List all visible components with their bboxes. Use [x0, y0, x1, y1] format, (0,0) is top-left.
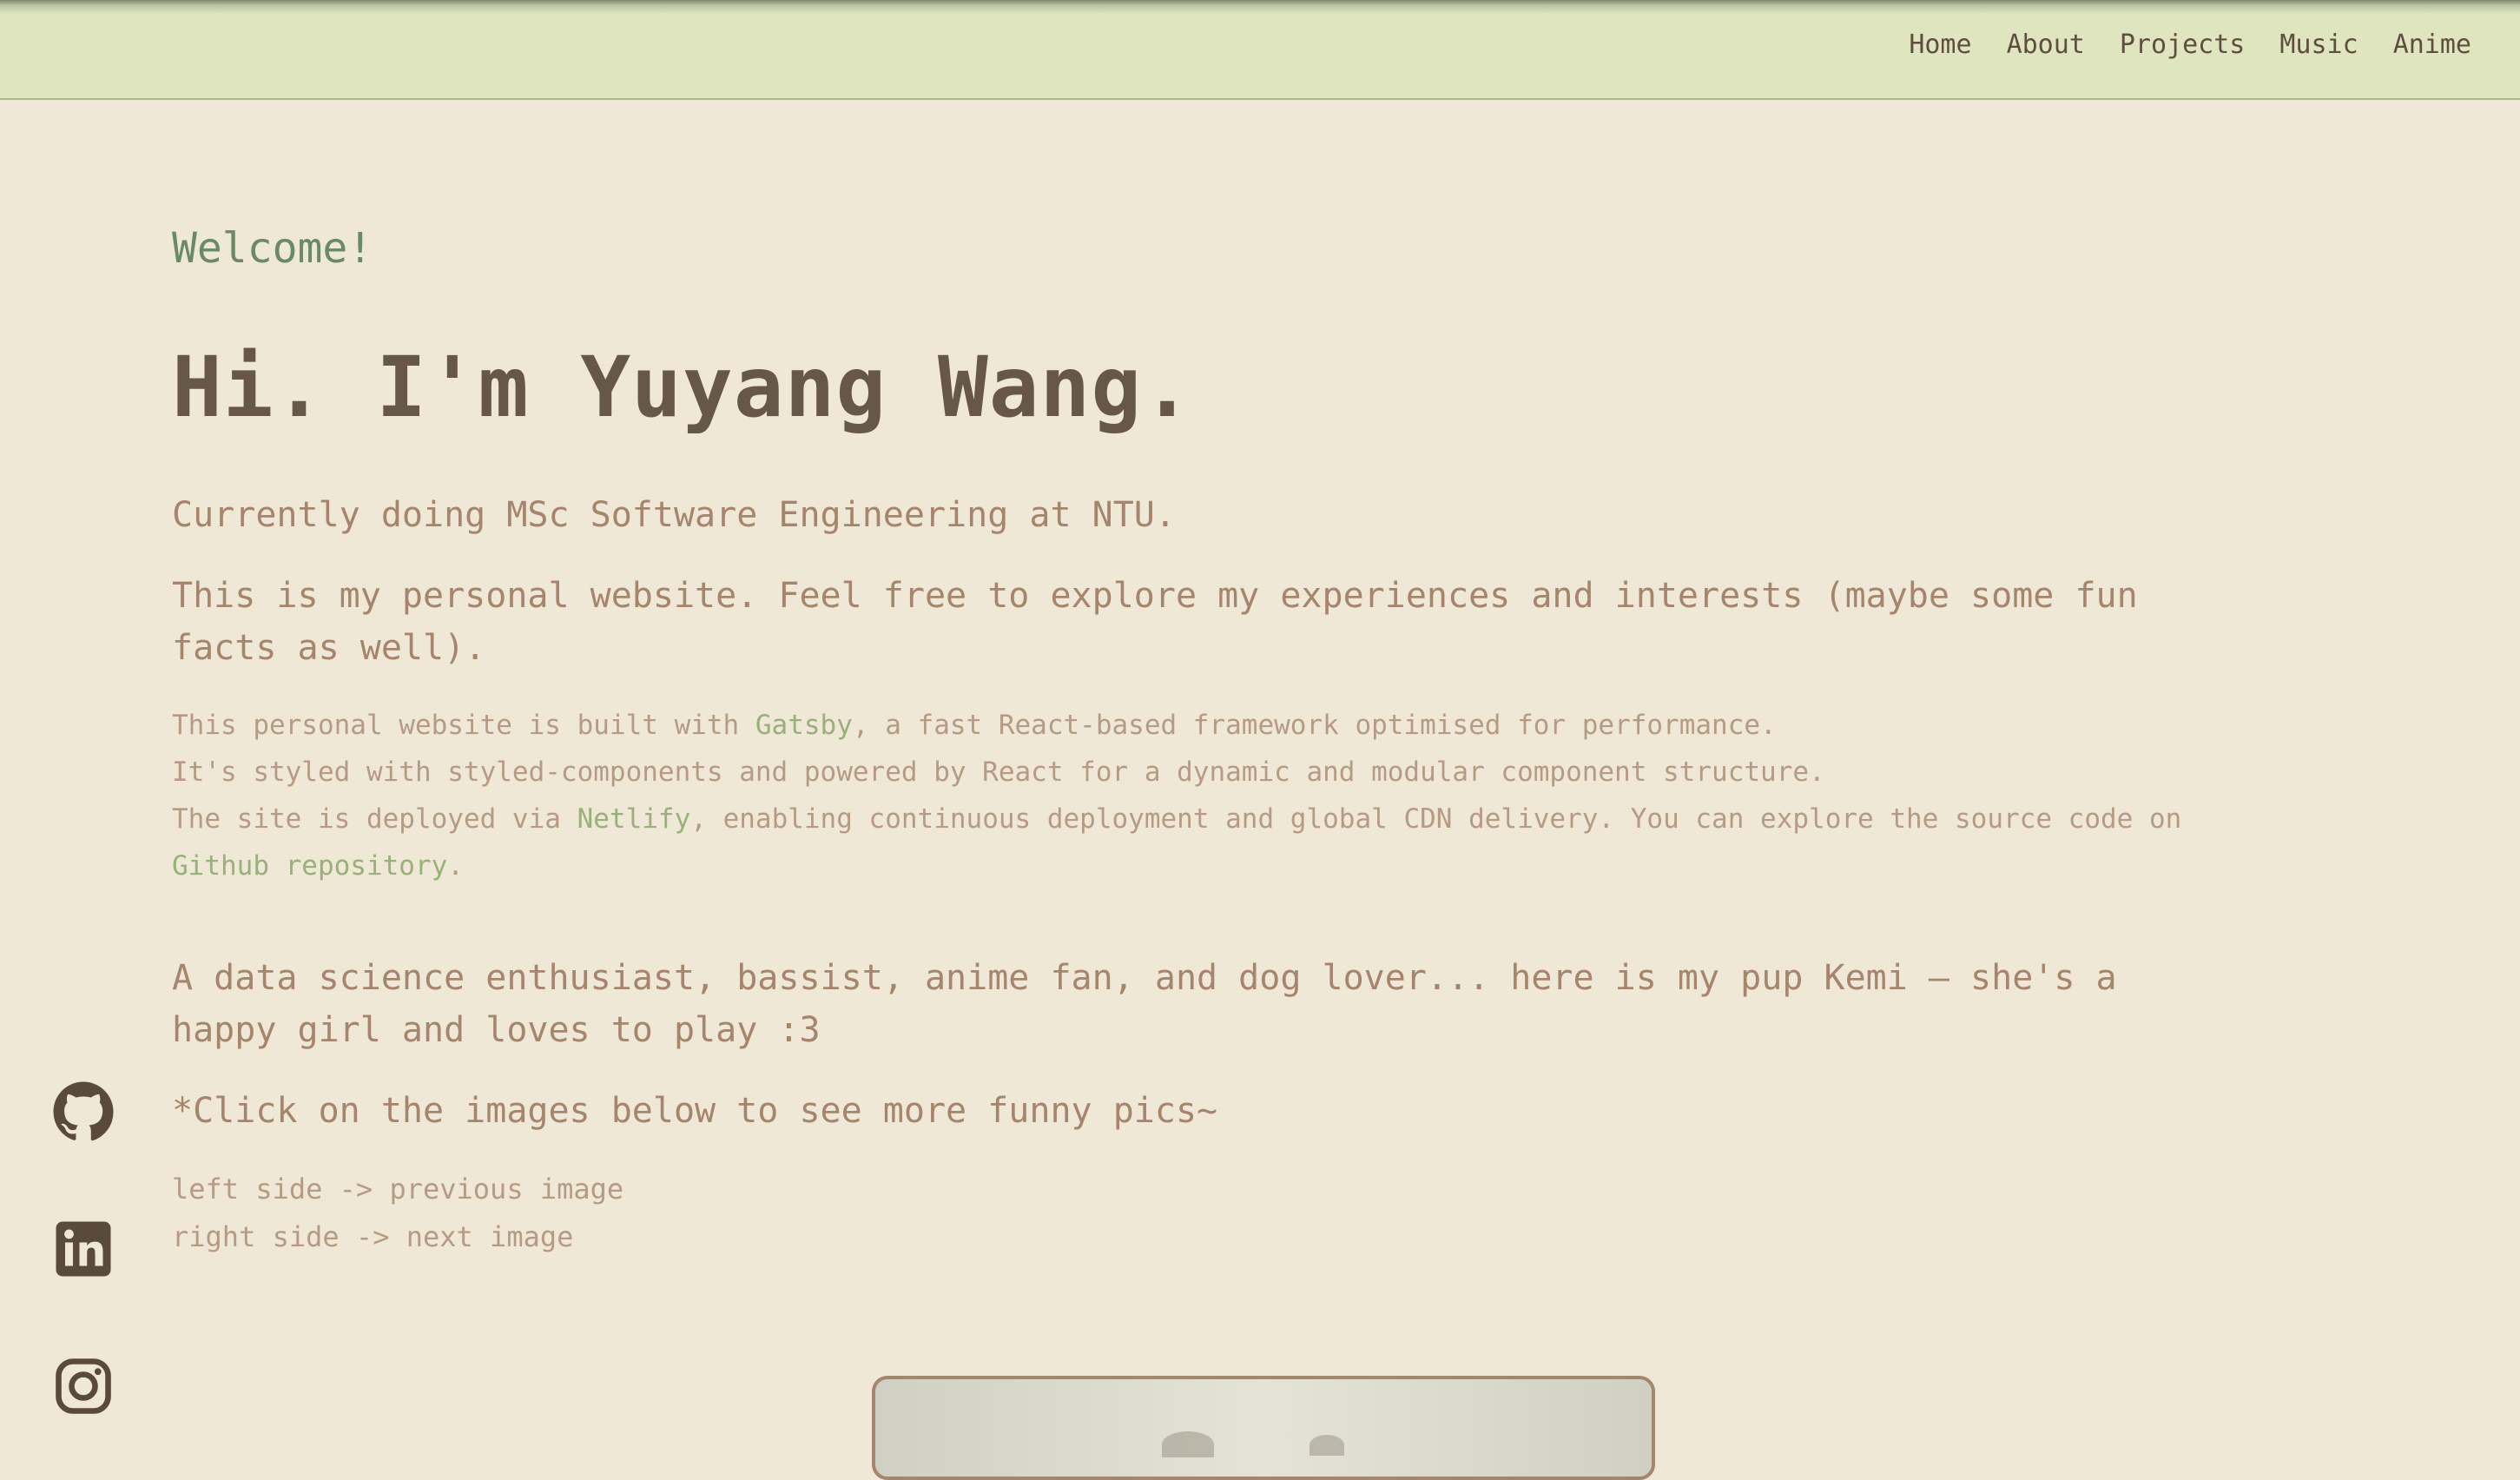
- linkedin-icon[interactable]: [52, 1218, 115, 1280]
- click-hint-text: *Click on the images below to see more f…: [172, 1091, 1218, 1131]
- pup-photo-detail: [1162, 1431, 1214, 1457]
- tech-line3-pre: The site is deployed via: [172, 803, 577, 835]
- subtitle-text: Currently doing MSc Software Engineering…: [172, 495, 1176, 535]
- right-hint: right side -> next image: [172, 1220, 574, 1253]
- nav-about[interactable]: About: [2007, 30, 2085, 60]
- left-hint: left side -> previous image: [172, 1173, 624, 1206]
- navigation-hint: left side -> previous image right side -…: [172, 1166, 623, 1261]
- intro-text: This is my personal website. Feel free t…: [172, 576, 2138, 668]
- github-icon-svg: [53, 1081, 114, 1141]
- nav-links: Home About Projects Music Anime: [1909, 30, 2471, 60]
- tech-line2: It's styled with styled-components and p…: [172, 757, 1825, 788]
- nav-projects[interactable]: Projects: [2120, 30, 2246, 60]
- tech-line3-mid: , enabling continuous deployment and glo…: [690, 803, 2182, 835]
- instagram-icon-svg: [56, 1358, 111, 1414]
- pup-image-carousel[interactable]: [872, 1376, 1655, 1480]
- github-icon[interactable]: [52, 1080, 115, 1143]
- nav-home[interactable]: Home: [1909, 30, 1971, 60]
- nav-music[interactable]: Music: [2279, 30, 2358, 60]
- tech-line3-post: .: [447, 850, 464, 882]
- netlify-link[interactable]: Netlify: [577, 803, 691, 835]
- welcome-text: Welcome!: [172, 224, 373, 273]
- linkedin-icon-svg: [56, 1221, 111, 1277]
- nav-anime[interactable]: Anime: [2393, 30, 2471, 60]
- gatsby-link[interactable]: Gatsby: [755, 710, 853, 741]
- instagram-icon[interactable]: [52, 1355, 115, 1417]
- hobbies-text: A data science enthusiast, bassist, anim…: [172, 958, 2117, 1050]
- top-navbar: Home About Projects Music Anime: [0, 0, 2520, 100]
- github-repo-link[interactable]: Github repository: [172, 850, 447, 882]
- pup-photo-detail: [1309, 1435, 1344, 1456]
- tech-description: This personal website is built with Gats…: [172, 702, 2343, 889]
- tech-line1-post: , a fast React-based framework optimised…: [852, 710, 1777, 741]
- page-title: Hi. I'm Yuyang Wang.: [172, 339, 1193, 436]
- tech-line1-pre: This personal website is built with: [172, 710, 755, 741]
